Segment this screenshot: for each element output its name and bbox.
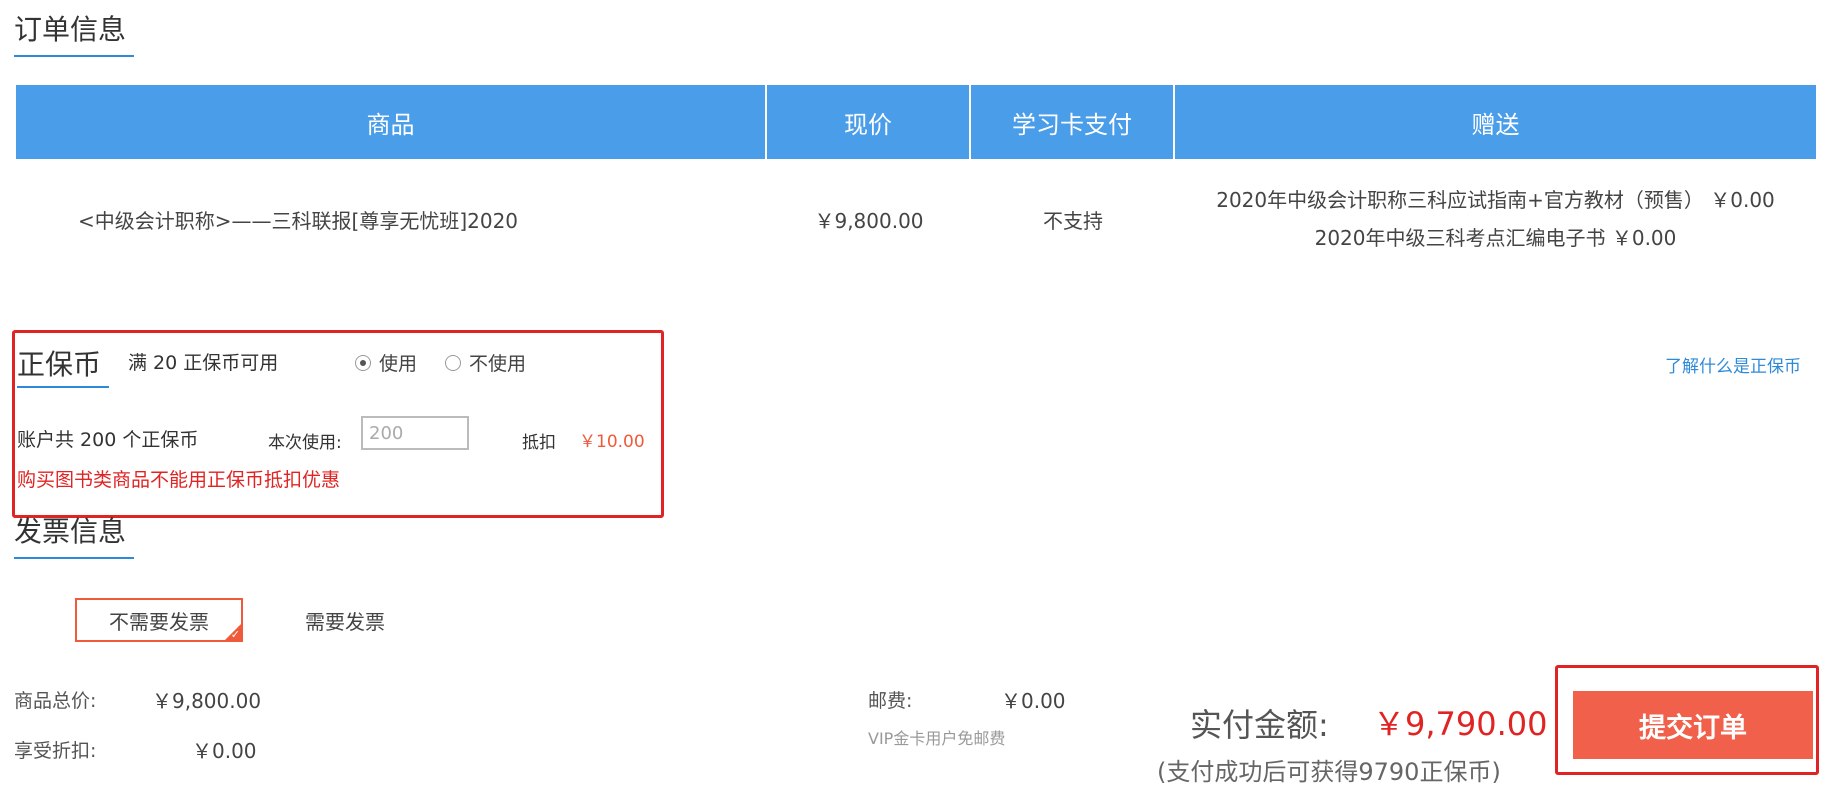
header-card-pay: 学习卡支付	[971, 85, 1175, 159]
coin-deduct-value: ￥10.00	[579, 432, 645, 452]
shipping-label: 邮费:	[868, 690, 913, 712]
submit-order-button[interactable]: 提交订单	[1573, 691, 1813, 759]
header-product: 商品	[16, 85, 767, 159]
coin-no-use-label: 不使用	[469, 353, 527, 375]
radio-checked-icon	[355, 354, 371, 371]
invoice-section-title: 发票信息	[14, 515, 127, 548]
header-price: 现价	[767, 85, 971, 159]
coin-highlight-box: 正保币 满 20 正保币可用 使用 不使用 账户共 200 个正保币 本次使用:…	[12, 330, 664, 518]
radio-unchecked-icon	[445, 354, 461, 371]
submit-highlight-box: 提交订单	[1555, 665, 1819, 775]
pay-amount-label: 实付金额:	[1190, 706, 1329, 744]
invoice-title-underline	[14, 557, 134, 559]
total-price-label: 商品总价:	[14, 690, 97, 712]
invoice-option-none[interactable]: 不需要发票 ✓	[75, 598, 243, 642]
coin-balance-text: 账户共 200 个正保币	[17, 429, 199, 451]
order-section-title: 订单信息	[14, 13, 127, 46]
order-table: 商品 现价 学习卡支付 赠送 <中级会计职称>——三科联报[尊享无忧班]2020…	[16, 85, 1816, 279]
vip-shipping-note: VIP金卡用户免邮费	[868, 729, 1006, 748]
order-table-header: 商品 现价 学习卡支付 赠送	[16, 85, 1816, 159]
coin-help-link[interactable]: 了解什么是正保币	[1665, 352, 1801, 377]
coin-no-use-radio[interactable]: 不使用	[445, 349, 526, 376]
invoice-option-none-label: 不需要发票	[109, 609, 209, 634]
coin-use-radio[interactable]: 使用	[355, 349, 417, 376]
coin-use-label: 使用	[379, 353, 418, 375]
gift-item: 2020年中级三科考点汇编电子书 ￥0.00	[1314, 226, 1677, 250]
coin-threshold-text: 满 20 正保币可用	[128, 352, 279, 374]
pay-reward-note: (支付成功后可获得9790正保币)	[1157, 758, 1501, 786]
header-gift: 赠送	[1471, 110, 1520, 139]
coin-amount-input[interactable]	[361, 416, 469, 450]
gift-item: 2020年中级会计职称三科应试指南+官方教材（预售） ￥0.00	[1216, 188, 1775, 212]
invoice-option-need-label: 需要发票	[305, 609, 385, 634]
coin-title-underline	[17, 386, 109, 388]
check-icon: ✓	[230, 628, 240, 641]
discount-label: 享受折扣:	[14, 740, 97, 762]
coin-warning-text: 购买图书类商品不能用正保币抵扣优惠	[17, 469, 341, 491]
total-price-value: ￥9,800.00	[152, 689, 262, 713]
order-title-underline	[14, 55, 134, 57]
table-row: <中级会计职称>——三科联报[尊享无忧班]2020 ￥9,800.00 不支持 …	[16, 159, 1816, 279]
row-product-name: <中级会计职称>——三科联报[尊享无忧班]2020	[78, 208, 519, 233]
coin-section-title: 正保币	[17, 348, 102, 381]
row-gift-list: 2020年中级会计职称三科应试指南+官方教材（预售） ￥0.00 2020年中级…	[1175, 159, 1816, 279]
shipping-value: ￥0.00	[1001, 689, 1066, 713]
row-card-pay: 不支持	[1043, 208, 1103, 233]
coin-this-use-label: 本次使用:	[268, 433, 342, 453]
coin-deduct-label: 抵扣	[522, 433, 556, 453]
row-price: ￥9,800.00	[814, 208, 924, 233]
invoice-option-need[interactable]: 需要发票	[290, 598, 400, 642]
pay-amount-value: ￥9,790.00	[1373, 705, 1548, 743]
discount-value: ￥0.00	[192, 739, 257, 763]
